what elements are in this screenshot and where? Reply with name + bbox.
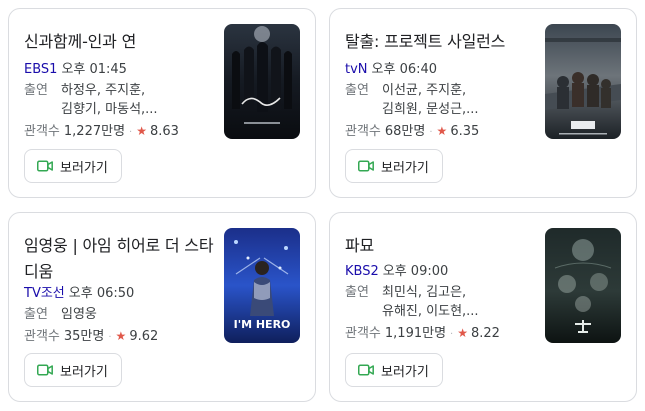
cast-names: 임영웅 [61, 305, 221, 324]
movie-poster[interactable]: I'M HERO [224, 228, 300, 343]
stats: 관객수 1,227만명 · ★ 8.63 [24, 122, 179, 142]
broadcast-info: TV조선 오후 06:50 [24, 285, 134, 303]
viewers-label: 관객수 [24, 124, 60, 139]
watch-button-label: 보러가기 [381, 160, 429, 176]
broadcast-time: 오후 09:00 [382, 264, 449, 279]
rating-value: 8.63 [149, 124, 179, 139]
viewers-count: 68만명 [384, 124, 426, 139]
cast-line: 하정우, 주지훈, [61, 83, 146, 98]
video-camera-icon [37, 160, 53, 173]
svg-text:I'M HERO: I'M HERO [234, 318, 291, 331]
watch-button[interactable]: 보러가기 [345, 149, 443, 183]
movie-title[interactable]: 파묘 [345, 233, 535, 259]
movie-title[interactable]: 임영웅 | 아임 히어로 더 스타디움 [24, 233, 214, 285]
video-camera-icon [37, 364, 53, 377]
movie-poster[interactable] [545, 228, 621, 343]
channel-link[interactable]: KBS2 [345, 264, 379, 279]
channel-link[interactable]: EBS1 [24, 62, 57, 77]
broadcast-info: EBS1 오후 01:45 [24, 61, 127, 79]
watch-button-label: 보러가기 [381, 364, 429, 380]
movie-poster[interactable] [224, 24, 300, 139]
cast-label: 출연 [24, 307, 48, 322]
channel-link[interactable]: tvN [345, 62, 368, 77]
cast-label: 출연 [24, 83, 48, 98]
watch-button-label: 보러가기 [60, 160, 108, 176]
viewers-label: 관객수 [24, 329, 60, 344]
movie-card[interactable]: 임영웅 | 아임 히어로 더 스타디움 TV조선 오후 06:50 출연 임영웅 … [8, 212, 316, 402]
broadcast-time: 오후 01:45 [61, 62, 127, 77]
movie-card[interactable]: 탈출: 프로젝트 사일런스 tvN 오후 06:40 출연 이선균, 주지훈, 김… [329, 8, 637, 198]
cast-label: 출연 [345, 285, 369, 300]
rating-value: 8.22 [470, 326, 500, 341]
viewers-count: 1,191만명 [384, 326, 447, 341]
cast-line: 최민식, 김고은, [382, 285, 467, 300]
broadcast-time: 오후 06:40 [371, 62, 438, 77]
movie-card[interactable]: 신과함께-인과 연 EBS1 오후 01:45 출연 하정우, 주지훈, 김향기,… [8, 8, 316, 198]
cast-line: 유해진, 이도현,... [382, 304, 479, 319]
rating-value: 6.35 [450, 124, 480, 139]
watch-button[interactable]: 보러가기 [345, 353, 443, 387]
separator-dot: · [429, 127, 433, 138]
cast-line: 김희원, 문성근,... [382, 102, 479, 117]
cast-names: 하정우, 주지훈, 김향기, 마동석,... [61, 81, 221, 119]
star-icon: ★ [136, 124, 147, 138]
watch-button[interactable]: 보러가기 [24, 353, 122, 387]
separator-dot: · [108, 332, 112, 343]
cast-names: 이선균, 주지훈, 김희원, 문성근,... [382, 81, 542, 119]
broadcast-info: tvN 오후 06:40 [345, 61, 437, 79]
viewers-count: 35만명 [63, 329, 105, 344]
stats: 관객수 35만명 · ★ 9.62 [24, 327, 158, 347]
cast-names: 최민식, 김고은, 유해진, 이도현,... [382, 283, 542, 321]
star-icon: ★ [436, 124, 448, 138]
broadcast-time: 오후 06:50 [68, 286, 135, 301]
viewers-label: 관객수 [345, 326, 381, 341]
cast-line: 임영웅 [61, 307, 97, 322]
cast-label: 출연 [345, 83, 369, 98]
video-camera-icon [358, 364, 374, 377]
broadcast-info: KBS2 오후 09:00 [345, 263, 448, 281]
stats: 관객수 1,191만명 · ★ 8.22 [345, 324, 500, 344]
rating-value: 9.62 [129, 329, 159, 344]
watch-button-label: 보러가기 [60, 364, 108, 380]
viewers-count: 1,227만명 [63, 124, 126, 139]
separator-dot: · [129, 127, 133, 138]
movie-title[interactable]: 신과함께-인과 연 [24, 29, 214, 55]
movie-title[interactable]: 탈출: 프로젝트 사일런스 [345, 29, 535, 55]
star-icon: ★ [457, 326, 468, 340]
star-icon: ★ [115, 329, 127, 343]
movie-poster[interactable] [545, 24, 621, 139]
cast-line: 김향기, 마동석,... [61, 102, 158, 117]
cast-line: 이선균, 주지훈, [382, 83, 467, 98]
separator-dot: · [450, 329, 454, 340]
watch-button[interactable]: 보러가기 [24, 149, 122, 183]
channel-link[interactable]: TV조선 [24, 286, 65, 301]
viewers-label: 관객수 [345, 124, 381, 139]
video-camera-icon [358, 160, 374, 173]
movie-card[interactable]: 파묘 KBS2 오후 09:00 출연 최민식, 김고은, 유해진, 이도현,..… [329, 212, 637, 402]
stats: 관객수 68만명 · ★ 6.35 [345, 122, 479, 142]
